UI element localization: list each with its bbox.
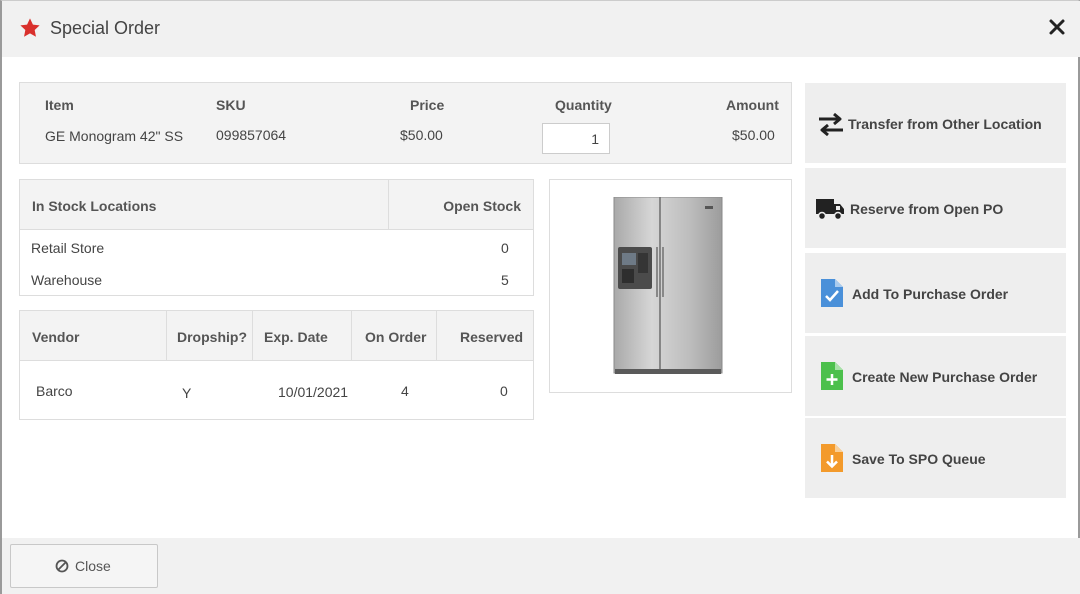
stock-location-header: In Stock Locations — [32, 198, 157, 214]
dropship-header: Dropship? — [177, 329, 247, 345]
add-to-purchase-order-button[interactable]: Add To Purchase Order — [805, 253, 1066, 333]
star-icon — [20, 18, 40, 37]
reserve-from-open-po-button[interactable]: Reserve from Open PO — [805, 168, 1066, 248]
dialog-footer: Close — [2, 538, 1080, 594]
reserve-label: Reserve from Open PO — [850, 201, 1004, 217]
item-amount: $50.00 — [732, 127, 775, 143]
quantity-input[interactable] — [542, 123, 610, 154]
sku-header: SKU — [216, 97, 246, 113]
create-po-label: Create New Purchase Order — [852, 369, 1038, 385]
item-sku: 099857064 — [216, 127, 287, 143]
special-order-dialog: Special Order Item SKU Price Quantity Am… — [0, 0, 1080, 594]
transfer-label: Transfer from Other Location — [848, 116, 1042, 132]
reserved-header: Reserved — [460, 329, 524, 345]
vendor-dropship: Y — [182, 385, 192, 401]
save-spo-label: Save To SPO Queue — [852, 451, 986, 467]
item-details-panel: Item SKU Price Quantity Amount GE Monogr… — [19, 82, 792, 164]
ban-icon — [55, 559, 69, 573]
stock-open-value: 0 — [501, 240, 509, 256]
open-stock-header: Open Stock — [443, 198, 521, 214]
column-divider — [388, 180, 389, 230]
stock-locations-table: In Stock Locations Open Stock Retail Sto… — [19, 179, 534, 296]
column-divider — [252, 311, 253, 361]
dialog-title: Special Order — [50, 18, 161, 38]
product-image-panel — [549, 179, 792, 393]
vendor-table-header: Vendor Dropship? Exp. Date On Order Rese… — [20, 311, 533, 361]
dialog-header: Special Order — [2, 1, 1080, 57]
vendor-header: Vendor — [32, 329, 80, 345]
refrigerator-image — [613, 197, 723, 374]
vendor-reserved: 0 — [500, 383, 508, 399]
exp-date-header: Exp. Date — [264, 329, 328, 345]
vendor-on-order: 4 — [401, 383, 409, 399]
vendor-exp-date: 10/01/2021 — [278, 384, 349, 400]
save-to-spo-queue-button[interactable]: Save To SPO Queue — [805, 418, 1066, 498]
document-plus-icon — [821, 362, 843, 390]
create-new-purchase-order-button[interactable]: Create New Purchase Order — [805, 336, 1066, 416]
stock-open-value: 5 — [501, 272, 509, 288]
price-header: Price — [410, 97, 445, 113]
amount-header: Amount — [726, 97, 779, 113]
transfer-from-other-location-button[interactable]: Transfer from Other Location — [805, 83, 1066, 163]
column-divider — [166, 311, 167, 361]
close-button[interactable]: Close — [10, 544, 158, 588]
document-download-icon — [821, 444, 843, 472]
stock-location-name: Warehouse — [31, 272, 103, 288]
stock-table-header: In Stock Locations Open Stock — [20, 180, 533, 230]
column-divider — [351, 311, 352, 361]
on-order-header: On Order — [365, 329, 427, 345]
document-check-icon — [821, 279, 843, 307]
add-po-label: Add To Purchase Order — [852, 286, 1009, 302]
column-divider — [436, 311, 437, 361]
close-icon[interactable] — [1048, 18, 1066, 36]
item-header: Item — [45, 97, 74, 113]
stock-location-name: Retail Store — [31, 240, 105, 256]
truck-icon — [816, 199, 844, 221]
vendor-table: Vendor Dropship? Exp. Date On Order Rese… — [19, 310, 534, 420]
vendor-name: Barco — [36, 383, 73, 399]
close-button-label: Close — [75, 558, 111, 574]
item-name: GE Monogram 42" SS — [45, 128, 184, 144]
transfer-arrows-icon — [819, 112, 843, 136]
item-price: $50.00 — [400, 127, 443, 143]
quantity-header: Quantity — [555, 97, 612, 113]
